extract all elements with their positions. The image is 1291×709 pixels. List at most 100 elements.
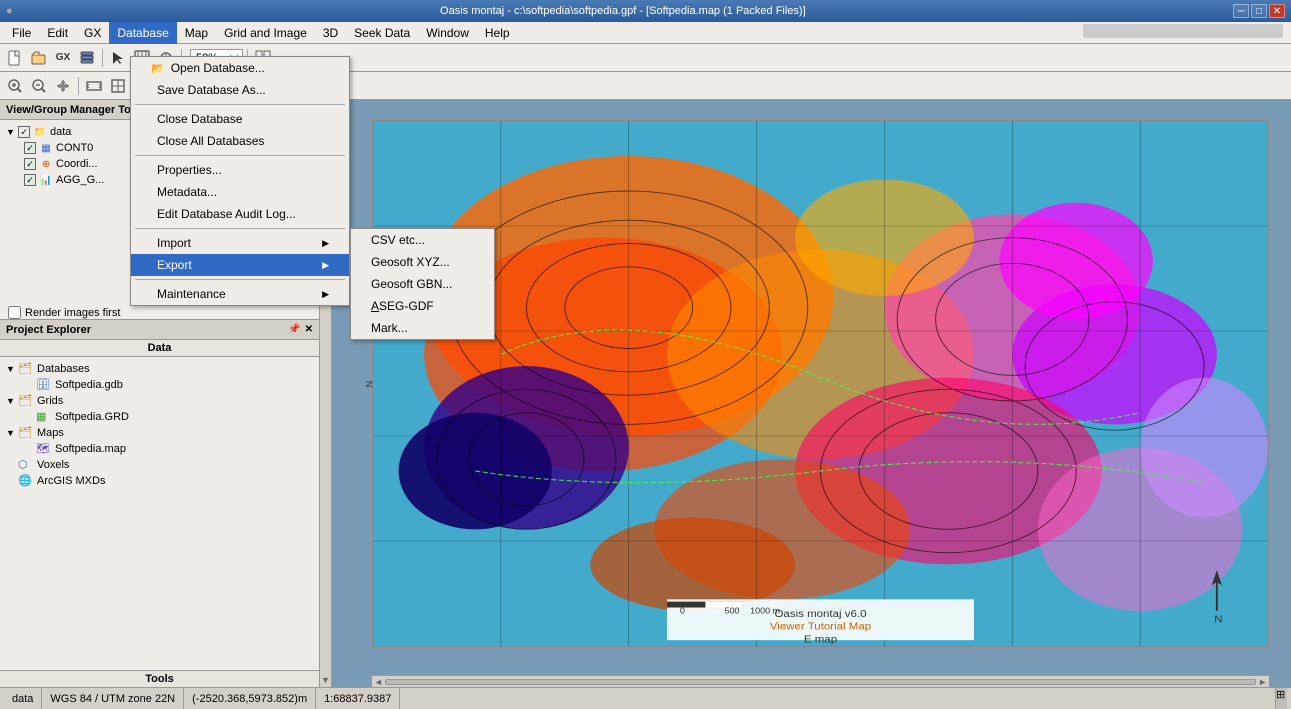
menu-grid-image[interactable]: Grid and Image [216, 22, 315, 44]
pan-btn[interactable] [52, 75, 74, 97]
scroll-left[interactable]: ◄ [374, 677, 383, 687]
select-btn[interactable] [107, 47, 129, 69]
pe-data-tab[interactable]: Data [0, 340, 319, 357]
title-buttons: ─ □ ✕ [1233, 4, 1285, 18]
open-btn[interactable] [28, 47, 50, 69]
menu-database[interactable]: Database [109, 22, 176, 44]
tree-item-cont-label: CONT0 [56, 142, 93, 154]
pe-softpedia-map-label: Softpedia.map [55, 443, 126, 455]
pe-close-btn[interactable]: ✕ [305, 324, 313, 335]
fit-width-btn[interactable] [83, 75, 105, 97]
db-expand: ▼ [6, 364, 18, 374]
menu-close-database[interactable]: Close Database [131, 108, 349, 130]
root-checkbox[interactable]: ✓ [18, 126, 30, 138]
map-area: Oasis montaj v6.0 Viewer Tutorial Map E … [332, 110, 1279, 687]
agg-icon: 📊 [39, 173, 53, 187]
status-resize: ⊞ [1275, 688, 1287, 709]
map-folder-icon: 🗂 [18, 426, 34, 440]
voxel-icon: ⬡ [18, 458, 34, 472]
sep-2 [135, 155, 345, 156]
menu-close-all[interactable]: Close All Databases [131, 130, 349, 152]
gx-btn[interactable]: GX [52, 47, 74, 69]
pe-maps[interactable]: ▼ 🗂 Maps [4, 425, 315, 441]
project-explorer: Project Explorer 📌 ✕ Data ▼ 🗂 Databases … [0, 320, 319, 687]
pe-voxels[interactable]: ⬡ Voxels [4, 457, 315, 473]
menu-help[interactable]: Help [477, 22, 518, 44]
menu-properties[interactable]: Properties... [131, 159, 349, 181]
menu-import[interactable]: Import ▶ [131, 232, 349, 254]
status-coordinates: (-2520.368,5973.852)m [184, 688, 316, 709]
agg-checkbox[interactable]: ✓ [24, 174, 36, 186]
status-data: data [4, 688, 42, 709]
submenu-geosoft-xyz[interactable]: Geosoft XYZ... [351, 251, 494, 273]
pe-softpedia-grd[interactable]: ▦ Softpedia.GRD [4, 409, 315, 425]
pe-pin-btn[interactable]: 📌 [288, 324, 300, 335]
db-btn[interactable] [76, 47, 98, 69]
svg-text:0: 0 [680, 606, 685, 616]
zoom-in-btn[interactable] [4, 75, 26, 97]
folder-icon: 📁 [33, 125, 47, 139]
pe-databases[interactable]: ▼ 🗂 Databases [4, 361, 315, 377]
pe-tree: ▼ 🗂 Databases 🗄 Softpedia.gdb ▼ 🗂 Grids [0, 357, 319, 670]
pe-arcgis-label: ArcGIS MXDs [37, 475, 105, 487]
map-icon: 🗺 [36, 442, 52, 456]
close-button[interactable]: ✕ [1269, 4, 1285, 18]
pe-arcgis[interactable]: 🌐 ArcGIS MXDs [4, 473, 315, 489]
view-group-title: View/Group Manager To... [6, 104, 140, 116]
pe-header: Project Explorer 📌 ✕ [0, 320, 319, 340]
tree-root-label: data [50, 126, 71, 138]
svg-text:Oasis montaj v6.0: Oasis montaj v6.0 [775, 608, 867, 619]
minimize-button[interactable]: ─ [1233, 4, 1249, 18]
render-images-checkbox[interactable] [8, 306, 21, 319]
menu-map[interactable]: Map [177, 22, 216, 44]
db-icon: 🗄 [36, 378, 52, 392]
menu-file[interactable]: File [4, 22, 39, 44]
svg-text:E map: E map [804, 634, 837, 645]
maximize-button[interactable]: □ [1251, 4, 1267, 18]
sep-3 [135, 228, 345, 229]
submenu-geosoft-gbn[interactable]: Geosoft GBN... [351, 273, 494, 295]
pe-tools-tab[interactable]: Tools [0, 670, 319, 687]
coord-checkbox[interactable]: ✓ [24, 158, 36, 170]
pe-softpedia-gdb[interactable]: 🗄 Softpedia.gdb [4, 377, 315, 393]
menu-seek-data[interactable]: Seek Data [346, 22, 418, 44]
menu-edit-audit[interactable]: Edit Database Audit Log... [131, 203, 349, 225]
tree-item-agg-label: AGG_G... [56, 174, 104, 186]
scroll-down[interactable]: ▼ [321, 675, 330, 685]
zoom-out-btn[interactable] [28, 75, 50, 97]
title-bar: ● Oasis montaj - c:\softpedia\softpedia.… [0, 0, 1291, 22]
svg-text:500: 500 [725, 606, 740, 616]
menu-export[interactable]: Export ▶ [131, 254, 349, 276]
cont-checkbox[interactable]: ✓ [24, 142, 36, 154]
menu-metadata[interactable]: Metadata... [131, 181, 349, 203]
submenu-mark[interactable]: Mark... [351, 317, 494, 339]
pe-softpedia-map[interactable]: 🗺 Softpedia.map [4, 441, 315, 457]
new-btn[interactable] [4, 47, 26, 69]
arcgis-icon: 🌐 [18, 474, 34, 488]
h-scrollbar[interactable]: ◄ ► [372, 675, 1269, 687]
import-arrow: ▶ [322, 238, 329, 249]
map-svg: Oasis montaj v6.0 Viewer Tutorial Map E … [373, 121, 1268, 646]
grid-expand: ▼ [6, 396, 18, 406]
menu-edit[interactable]: Edit [39, 22, 76, 44]
export-arrow: ▶ [322, 260, 329, 271]
submenu-aseg[interactable]: ASEG-GDF [351, 295, 494, 317]
pe-grids[interactable]: ▼ 🗂 Grids [4, 393, 315, 409]
sep-1 [135, 104, 345, 105]
tree-item-coord-label: Coordi... [56, 158, 98, 170]
maintenance-arrow: ▶ [322, 289, 329, 300]
menu-3d[interactable]: 3D [315, 22, 346, 44]
menu-gx[interactable]: GX [76, 22, 109, 44]
svg-text:1000 m: 1000 m [750, 606, 780, 616]
scroll-right[interactable]: ► [1258, 677, 1267, 687]
menu-window[interactable]: Window [418, 22, 477, 44]
status-projection: WGS 84 / UTM zone 22N [42, 688, 184, 709]
maps-expand: ▼ [6, 428, 18, 438]
render-images-row: Render images first [4, 304, 315, 320]
fit-page-btn[interactable] [107, 75, 129, 97]
menu-save-database-as[interactable]: Save Database As... [131, 79, 349, 101]
menu-open-database[interactable]: 📂Open Database... [131, 57, 349, 79]
submenu-csv[interactable]: CSV etc... [351, 229, 494, 251]
menu-maintenance[interactable]: Maintenance ▶ [131, 283, 349, 305]
status-bar: data WGS 84 / UTM zone 22N (-2520.368,59… [0, 687, 1291, 709]
